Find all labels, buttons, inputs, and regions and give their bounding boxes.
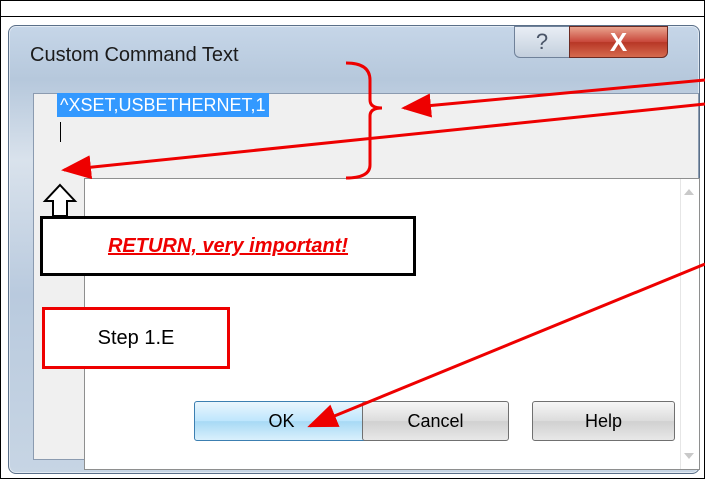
arrow-to-brace (401, 78, 705, 118)
annotation-overlay (42, 61, 705, 428)
up-arrow-icon (42, 183, 78, 217)
brace-icon (345, 61, 383, 180)
arrow-to-return (61, 102, 705, 180)
arrow-to-ok (307, 262, 705, 428)
